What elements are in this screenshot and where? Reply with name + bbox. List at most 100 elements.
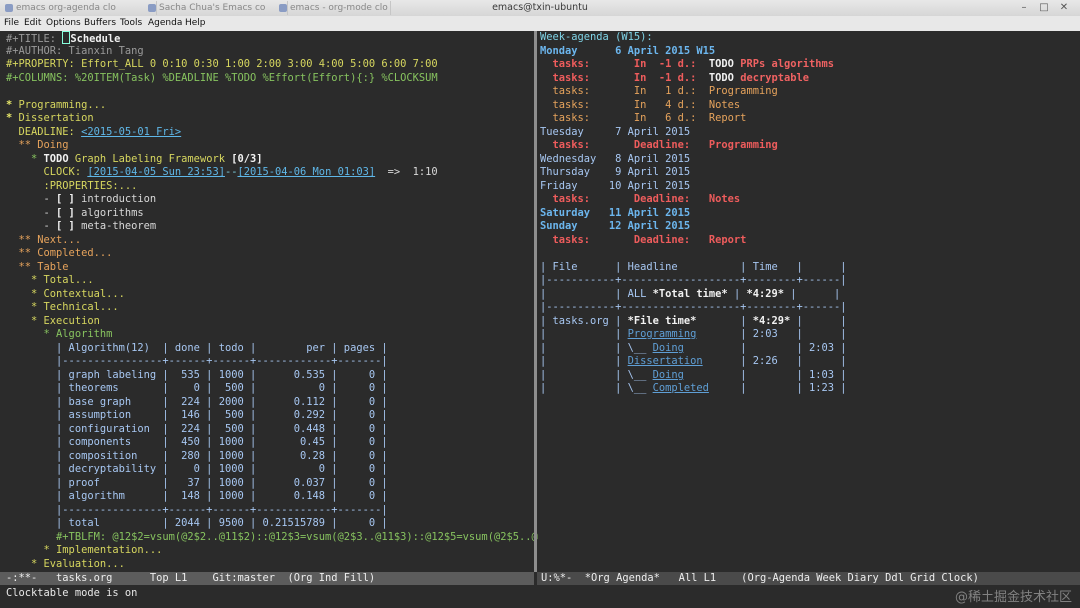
tab-favicon-icon (148, 4, 156, 12)
window-titlebar: emacs org-agenda clo Sacha Chua's Emacs … (0, 0, 1080, 17)
agenda-line: | | ALL *Total time* | *4:29* | | (540, 288, 1080, 302)
text-segment: Schedule (70, 33, 121, 45)
text-segment: Sunday 12 April 2015 (540, 220, 691, 232)
text-segment[interactable]: Doing (653, 342, 684, 354)
text-segment: | | 1:23 | (708, 382, 847, 394)
text-segment[interactable]: Programming (628, 328, 697, 340)
text-segment: TODO (708, 71, 741, 84)
text-segment: | | \__ (540, 382, 653, 394)
text-segment: #+AUTHOR: Tianxin Tang (6, 44, 144, 57)
text-segment[interactable]: [2015-04-05 Sun 23:53] (87, 166, 225, 178)
buffer-line: * Evaluation... (6, 558, 538, 572)
menu-options[interactable]: Options (46, 16, 81, 31)
text-segment: |----------------+------+------+--------… (6, 355, 388, 367)
text-segment: tasks: In -1 d.: (540, 58, 709, 70)
text-segment: *File time* (627, 314, 697, 327)
menu-edit[interactable]: Edit (24, 16, 41, 31)
menu-bar: File Edit Options Buffers Tools Agenda Help (0, 16, 1080, 31)
buffer-line: ** Doing (6, 139, 538, 153)
buffer-line: | assumption | 146 | 500 | 0.292 | 0 | (6, 409, 538, 423)
buffer-line: * Implementation... (6, 544, 538, 558)
buffer-line: * Contextual... (6, 288, 538, 302)
text-segment[interactable]: Completed (653, 382, 709, 394)
buffer-line: - [ ] algorithms (6, 207, 538, 221)
menu-buffers[interactable]: Buffers (84, 16, 116, 31)
menu-help[interactable]: Help (185, 16, 206, 31)
text-segment (6, 153, 31, 165)
text-segment: tasks: Deadline: Notes (540, 193, 741, 205)
agenda-line: | | \__ Completed | | 1:23 | (540, 382, 1080, 396)
text-segment: | File | Headline | Time | | (540, 260, 847, 273)
text-segment: tasks: Deadline: Report (540, 233, 747, 246)
text-segment: Week-agenda (W15): (540, 31, 653, 43)
close-icon[interactable]: ✕ (1056, 1, 1072, 15)
text-segment: * Algorithm (6, 328, 113, 340)
text-segment: tasks: In 4 d.: Notes (540, 98, 741, 111)
text-segment[interactable]: <2015-05-01 Fri> (81, 126, 181, 138)
agenda-line (540, 247, 1080, 261)
text-segment: DEADLINE: (6, 125, 82, 138)
maximize-icon[interactable]: □ (1036, 1, 1052, 15)
buffer-line: | total | 2044 | 9500 | 0.21515789 | 0 | (6, 517, 538, 531)
buffer-line: #+AUTHOR: Tianxin Tang (6, 45, 538, 59)
buffer-line: * Programming... (6, 99, 538, 113)
browser-tab-1[interactable]: emacs org-agenda clo (2, 1, 157, 15)
org-agenda-buffer[interactable]: Week-agenda (W15): Monday 6 April 2015 W1… (537, 31, 1080, 571)
buffer-line: * TODO Graph Labeling Framework [0/3] (6, 153, 538, 167)
agenda-line: tasks: Deadline: Notes (540, 193, 1080, 207)
text-segment: [ ] (56, 206, 75, 219)
text-segment: * Contextual... (6, 287, 125, 300)
menu-file[interactable]: File (4, 16, 19, 31)
tab-label: emacs org-agenda clo (16, 3, 116, 13)
tab-favicon-icon (279, 4, 287, 12)
text-segment: CLOCK: (6, 166, 88, 178)
text-segment: | | (540, 328, 628, 340)
buffer-line: DEADLINE: <2015-05-01 Fri> (6, 126, 538, 140)
text-segment: | total | 2044 | 9500 | 0.21515789 | 0 | (6, 517, 388, 529)
agenda-line: |-----------+-------------------+-------… (540, 274, 1080, 288)
text-segment: algorithms (74, 206, 144, 219)
buffer-line: - [ ] introduction (6, 193, 538, 207)
text-segment: #+COLUMNS: %20ITEM(Task) %DEADLINE %TODO… (6, 71, 438, 84)
org-file-buffer[interactable]: #+TITLE: Schedule #+AUTHOR: Tianxin Tang #… (0, 31, 538, 571)
text-segment: * (6, 112, 19, 124)
buffer-line: ** Completed... (6, 247, 538, 261)
text-segment: Wednesday 8 April 2015 (540, 152, 691, 165)
text-segment: => 1:10 (375, 166, 438, 178)
text-segment: ** Doing (6, 139, 69, 151)
text-segment: Graph Labeling Framework (74, 152, 232, 165)
text-segment[interactable]: [2015-04-06 Mon 01:03] (237, 166, 375, 178)
buffer-line: | configuration | 224 | 500 | 0.448 | 0 … (6, 423, 538, 437)
agenda-line: | | \__ Doing | | 2:03 | (540, 342, 1080, 356)
text-segment: ** Completed... (6, 247, 113, 259)
text-segment: ** Next... (6, 233, 82, 246)
agenda-line: | | Programming | 2:03 | | (540, 328, 1080, 342)
browser-tab-2[interactable]: Sacha Chua's Emacs co (145, 1, 288, 15)
buffer-line: * Dissertation (6, 112, 538, 126)
buffer-line: #+PROPERTY: Effort_ALL 0 0:10 0:30 1:00 … (6, 58, 538, 72)
buffer-line: :PROPERTIES:... (6, 180, 538, 194)
text-segment: introduction (74, 193, 157, 205)
agenda-line: |-----------+-------------------+-------… (540, 301, 1080, 315)
text-segment: | | (790, 314, 847, 327)
buffer-line (6, 85, 538, 99)
minimize-icon[interactable]: – (1016, 1, 1032, 15)
buffer-line: | theorems | 0 | 500 | 0 | 0 | (6, 382, 538, 396)
browser-tab-3[interactable]: emacs - org-mode clo (276, 1, 391, 15)
text-segment: Thursday 9 April 2015 (540, 166, 691, 178)
menu-agenda[interactable]: Agenda (148, 16, 182, 31)
buffer-line: | graph labeling | 535 | 1000 | 0.535 | … (6, 369, 538, 383)
agenda-line: Wednesday 8 April 2015 (540, 153, 1080, 167)
text-segment: Friday 10 April 2015 (540, 179, 691, 192)
text-segment[interactable]: Dissertation (628, 355, 703, 367)
buffer-line: CLOCK: [2015-04-05 Sun 23:53]--[2015-04-… (6, 166, 538, 180)
buffer-line: | components | 450 | 1000 | 0.45 | 0 | (6, 436, 538, 450)
watermark: @稀土掘金技术社区 (954, 590, 1072, 605)
text-segment: | decryptability | 0 | 1000 | 0 | 0 | (6, 463, 388, 475)
menu-tools[interactable]: Tools (120, 16, 142, 31)
buffer-line: | Algorithm(12) | done | todo | per | pa… (6, 342, 538, 356)
text-segment: *Total time* (652, 287, 728, 300)
text-segment[interactable]: Doing (653, 369, 684, 381)
text-segment: | graph labeling | 535 | 1000 | 0.535 | … (6, 368, 388, 381)
text-segment: * Execution (6, 314, 100, 327)
